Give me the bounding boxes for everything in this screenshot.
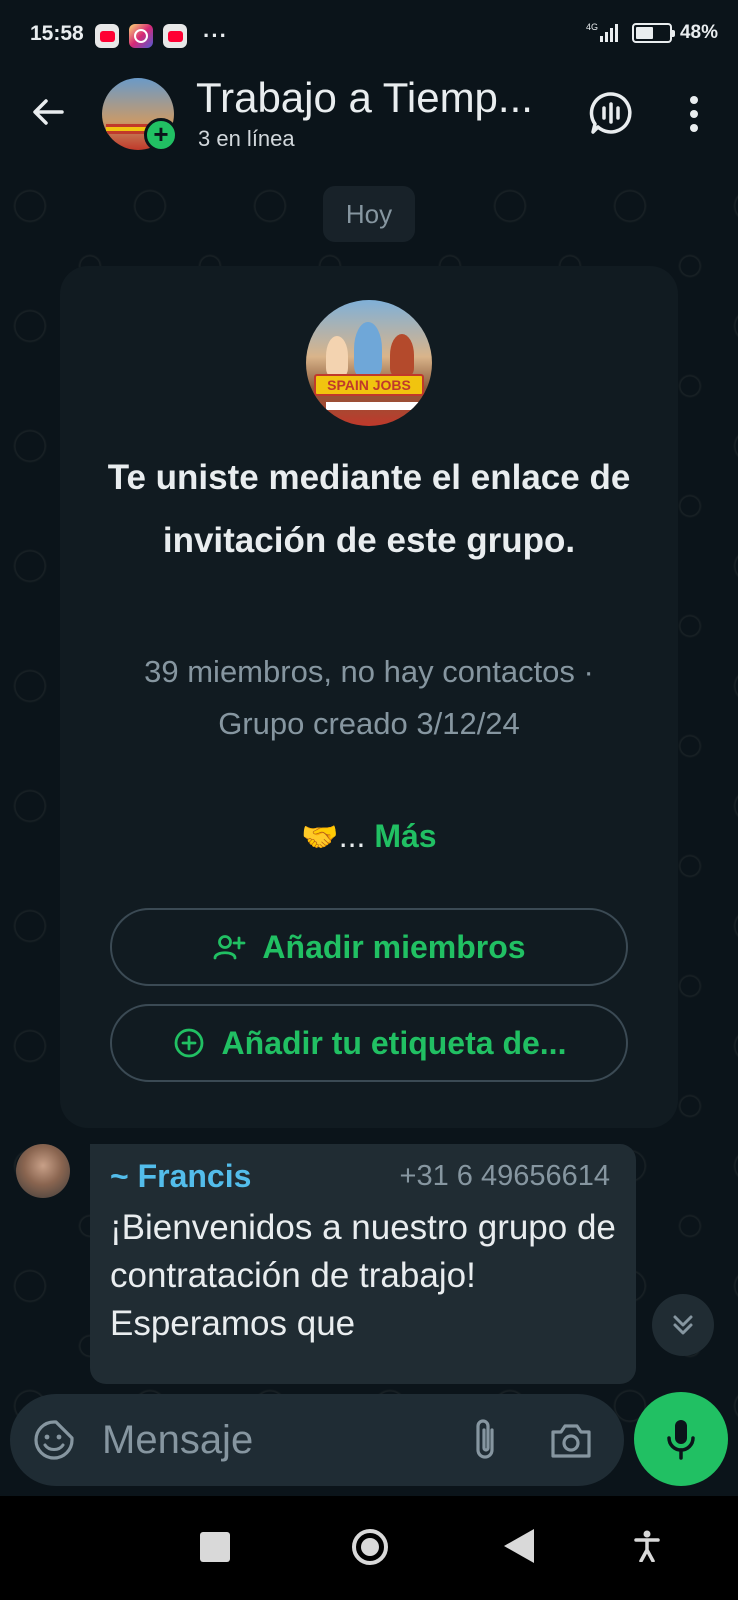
- sticker-icon[interactable]: [32, 1418, 76, 1462]
- handshake-icon: 🤝: [301, 821, 339, 854]
- more-notifications-icon: ···: [203, 23, 228, 48]
- date-chip: Hoy: [323, 186, 415, 242]
- recents-icon[interactable]: [200, 1532, 230, 1562]
- status-indicators: 4G 48%: [586, 22, 718, 44]
- double-chevron-down-icon: [673, 1315, 693, 1335]
- status-time: 15:58: [30, 22, 84, 45]
- group-photo-banner: SPAIN JOBS: [314, 374, 424, 396]
- nav-back-icon[interactable]: [504, 1529, 534, 1563]
- youtube-icon: [95, 24, 119, 48]
- message-text: ¡Bienvenidos a nuestro grupo de contrata…: [110, 1208, 616, 1343]
- description-ellipsis: ...: [338, 818, 366, 854]
- message-composer: [10, 1394, 624, 1486]
- message-input[interactable]: [102, 1414, 432, 1466]
- youtube-icon: [163, 24, 187, 48]
- message-bubble[interactable]: ~ Francis +31 6 49656614 ¡Bienvenidos a …: [90, 1144, 636, 1384]
- scroll-to-bottom-button[interactable]: [652, 1294, 714, 1356]
- back-arrow-icon[interactable]: [28, 92, 68, 132]
- sender-name[interactable]: ~ Francis: [110, 1158, 251, 1195]
- signal-icon: 4G: [586, 22, 624, 44]
- chat-header: + Trabajo a Tiemp... 3 en línea: [0, 70, 738, 166]
- system-nav-bar: [0, 1496, 738, 1600]
- more-options-icon[interactable]: [680, 92, 708, 136]
- online-status: 3 en línea: [198, 126, 295, 151]
- join-notice: Te uniste mediante el enlace de invitaci…: [107, 458, 631, 560]
- sender-avatar[interactable]: [16, 1144, 70, 1198]
- add-members-button[interactable]: Añadir miembros: [110, 908, 628, 986]
- chat-area[interactable]: Hoy SPAIN JOBS Te uniste mediante el enl…: [0, 166, 738, 1496]
- group-info-card: SPAIN JOBS Te uniste mediante el enlace …: [60, 266, 678, 1128]
- voice-chat-icon[interactable]: [588, 90, 634, 136]
- status-bar: 15:58 ··· 4G 48%: [0, 0, 738, 70]
- group-meta: 39 miembros, no hay contactos · Grupo cr…: [144, 654, 594, 741]
- add-icon: +: [144, 118, 178, 152]
- sender-phone: +31 6 49656614: [399, 1160, 610, 1192]
- add-members-label: Añadir miembros: [262, 928, 526, 965]
- group-title[interactable]: Trabajo a Tiemp...: [196, 74, 533, 122]
- network-type: 4G: [585, 22, 598, 32]
- instagram-icon: [129, 24, 153, 48]
- notification-icons: ···: [95, 23, 228, 49]
- add-person-icon: [214, 935, 246, 960]
- add-tag-label: Añadir tu etiqueta de...: [221, 1024, 567, 1061]
- microphone-icon: [667, 1420, 695, 1460]
- home-icon[interactable]: [352, 1529, 388, 1565]
- add-tag-button[interactable]: Añadir tu etiqueta de...: [110, 1004, 628, 1082]
- battery-icon: [631, 23, 675, 43]
- voice-message-button[interactable]: [634, 1392, 728, 1486]
- group-description: 🤝... Más: [60, 818, 678, 855]
- more-link[interactable]: Más: [374, 818, 436, 854]
- attach-icon[interactable]: [466, 1416, 506, 1464]
- camera-icon[interactable]: [548, 1418, 594, 1462]
- battery-percent: 48%: [679, 22, 718, 43]
- accessibility-icon[interactable]: [634, 1530, 660, 1562]
- group-photo[interactable]: SPAIN JOBS: [306, 300, 432, 426]
- add-circle-icon: [174, 1028, 203, 1058]
